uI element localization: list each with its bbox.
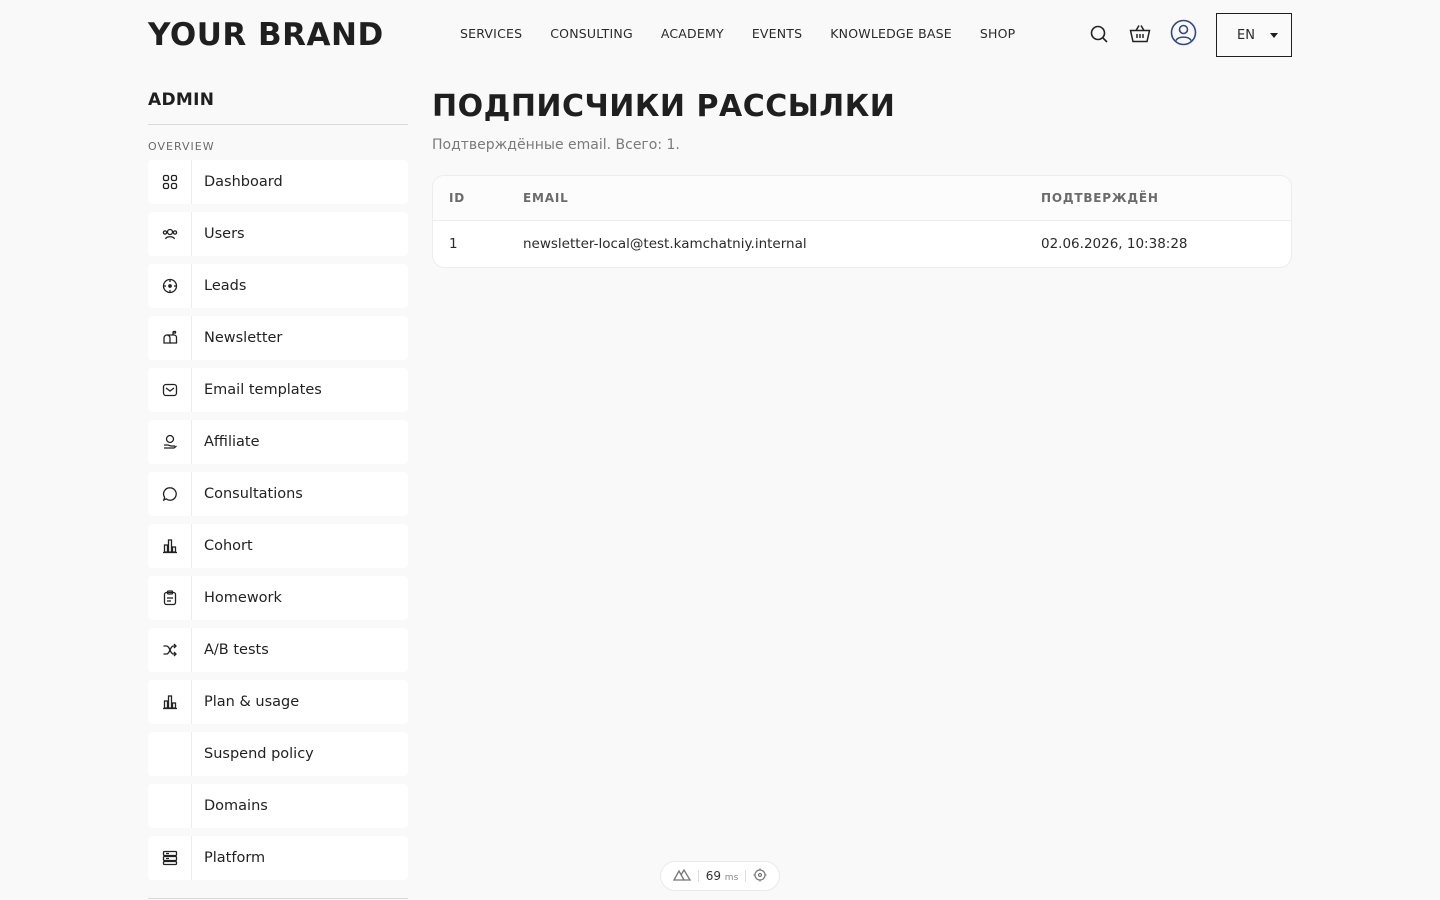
server-icon [148,836,192,880]
sidebar-item-label: A/B tests [204,642,269,658]
main-content: ПОДПИСЧИКИ РАССЫЛКИ Подтверждённые email… [432,88,1292,268]
cell-confirmed: 02.06.2026, 10:38:28 [1041,235,1188,252]
user-icon[interactable] [1170,19,1197,46]
divider [745,870,747,882]
brand-logo[interactable]: YOUR BRAND [148,16,384,54]
sidebar-item-email-templates[interactable]: Email templates [148,368,408,412]
sidebar-item-label: Suspend policy [204,746,314,762]
render-time-value: 69 [705,869,721,883]
column-header-email: EMAIL [507,176,1025,221]
sidebar-item-domains[interactable]: Domains [148,784,408,828]
page-title: ПОДПИСЧИКИ РАССЫЛКИ [432,89,896,124]
sidebar-item-suspend-policy[interactable]: Suspend policy [148,732,408,776]
nav-events[interactable]: EVENTS [752,25,802,43]
language-value: EN [1237,27,1255,43]
section-label-overview: OVERVIEW [148,140,215,153]
sidebar-item-label: Leads [204,278,247,294]
shuffle-icon [148,628,192,672]
grid-icon [148,160,192,204]
sidebar-item-dashboard[interactable]: Dashboard [148,160,408,204]
bar-chart-icon [148,524,192,568]
nav-consulting[interactable]: CONSULTING [550,25,633,43]
sidebar-item-label: Newsletter [204,330,283,346]
page-subtitle: Подтверждённые email. Всего: 1. [432,137,680,153]
cart-icon[interactable] [1128,22,1152,46]
table-row: 1 newsletter-local@test.kamchatniy.inter… [433,220,1291,267]
sidebar-item-label: Platform [204,850,266,866]
sidebar-item-affiliate[interactable]: Affiliate [148,420,408,464]
render-time: 69 ms [706,869,739,883]
subscribers-table: ID EMAIL ПОДТВЕРЖДЁН 1 newsletter-local@… [433,176,1291,267]
chevron-down-icon [1270,33,1278,38]
nav-shop[interactable]: SHOP [980,25,1016,43]
sidebar-item-label: Cohort [204,538,253,554]
mailbox-icon [148,316,192,360]
chat-icon [148,472,192,516]
sidebar-item-users[interactable]: Users [148,212,408,256]
sidebar-item-label: Users [204,226,245,242]
table-header-row: ID EMAIL ПОДТВЕРЖДЁН [433,176,1291,221]
envelope-icon [148,368,192,412]
crosshair-icon[interactable] [753,868,767,885]
users-icon [148,212,192,256]
empty-icon-slot [148,784,192,828]
nav-academy[interactable]: ACADEMY [661,25,724,43]
column-header-id: ID [433,176,507,221]
subscribers-table-card: ID EMAIL ПОДТВЕРЖДЁН 1 newsletter-local@… [432,175,1292,268]
nav-knowledge-base[interactable]: KNOWLEDGE BASE [830,25,952,43]
nuxt-logo-icon[interactable] [672,868,691,885]
sidebar-item-cohort[interactable]: Cohort [148,524,408,568]
nav-services[interactable]: SERVICES [460,25,522,43]
sidebar-item-label: Affiliate [204,434,260,450]
clipboard-icon [148,576,192,620]
sidebar-menu: Dashboard Users Leads Newsletter Email t… [148,160,408,880]
sidebar-divider [148,898,408,899]
sidebar-item-label: Plan & usage [204,694,300,710]
divider [697,870,699,882]
sidebar-item-plan-usage[interactable]: Plan & usage [148,680,408,724]
cell-id: 1 [449,235,458,252]
bar-chart-icon [148,680,192,724]
hand-coin-icon [148,420,192,464]
sidebar-item-leads[interactable]: Leads [148,264,408,308]
sidebar-item-homework[interactable]: Homework [148,576,408,620]
main-nav: SERVICES CONSULTING ACADEMY EVENTS KNOWL… [460,25,1015,43]
sidebar-item-label: Email templates [204,382,322,398]
render-time-unit: ms [724,873,739,883]
admin-sidebar: ADMIN OVERVIEW Dashboard Users Leads New… [148,88,408,888]
sidebar-item-label: Dashboard [204,174,283,190]
search-icon[interactable] [1087,22,1111,46]
language-select[interactable]: EN [1216,13,1292,57]
sidebar-item-platform[interactable]: Platform [148,836,408,880]
sidebar-item-ab-tests[interactable]: A/B tests [148,628,408,672]
column-header-confirmed: ПОДТВЕРЖДЁН [1025,176,1291,221]
sidebar-item-label: Domains [204,798,268,814]
empty-icon-slot [148,732,192,776]
cell-email: newsletter-local@test.kamchatniy.interna… [523,235,807,252]
sidebar-item-newsletter[interactable]: Newsletter [148,316,408,360]
sidebar-item-consultations[interactable]: Consultations [148,472,408,516]
site-header: YOUR BRAND SERVICES CONSULTING ACADEMY E… [0,0,1440,70]
dev-toolbar[interactable]: 69 ms [660,861,780,891]
sidebar-item-label: Homework [204,590,282,606]
sidebar-title: ADMIN [148,88,408,125]
target-icon [148,264,192,308]
sidebar-item-label: Consultations [204,486,303,502]
